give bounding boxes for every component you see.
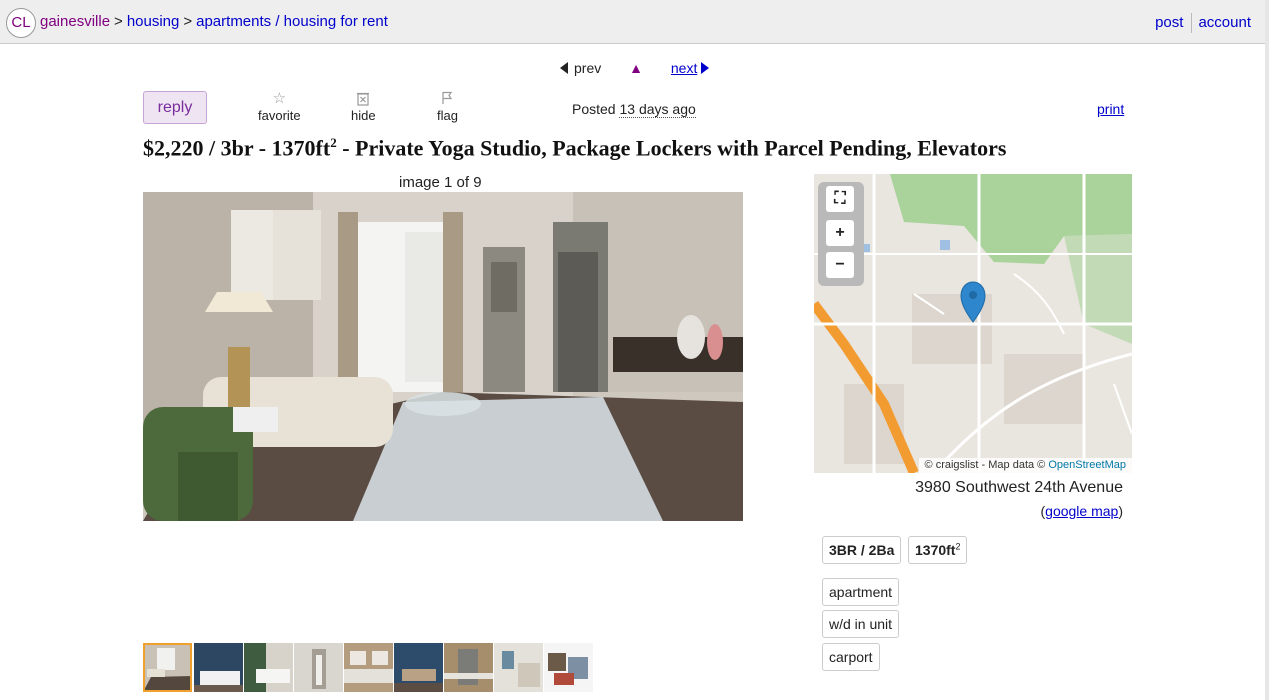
thumbnail-1[interactable] [143,643,192,692]
title-text: - Private Yoga Studio, Package Lockers w… [336,135,1007,161]
next-label: next [670,60,698,76]
prev-link[interactable]: prev [560,60,601,76]
attr-bedrooms-baths: 3BR / 2Ba [822,536,902,564]
breadcrumb-city[interactable]: gainesville [40,13,110,30]
caret-left-icon [560,62,568,74]
caret-right-icon [701,62,710,74]
thumbnail-9[interactable] [544,643,593,692]
scrollbar[interactable] [1265,0,1269,700]
posted-label: Posted [572,101,616,117]
thumbnail-6[interactable] [394,643,443,692]
sqft-value: 1370ft [915,542,956,558]
breadcrumb-housing[interactable]: housing [127,13,180,30]
flag-button[interactable]: flag [437,91,458,123]
attr-laundry: w/d in unit [822,610,900,638]
image-counter: image 1 of 9 [399,174,482,191]
next-link[interactable]: next [670,60,710,76]
favorite-button[interactable]: ☆ favorite [258,90,301,124]
thumbnail-5[interactable] [344,643,393,692]
br-ba-value: 3BR / 2Ba [829,542,895,558]
attribution-text: © craigslist - Map data © [924,459,1046,471]
thumbnail-7[interactable] [444,643,493,692]
posting-title: $2,220 / 3br - 1370ft2 - Private Yoga St… [143,135,1006,161]
hide-label: hide [351,108,376,123]
attr-housing-type: apartment [822,578,900,606]
reply-button[interactable]: reply [143,91,207,124]
account-links: post account [1155,13,1251,33]
posted-ago: 13 days ago [619,101,696,118]
sqft-sup: 2 [955,541,961,552]
google-map-link-wrapper: (google map) [1040,503,1123,519]
breadcrumb-separator: > [114,13,123,30]
print-link[interactable]: print [1097,101,1124,117]
map-address: 3980 Southwest 24th Avenue [915,479,1123,496]
location-map[interactable]: ⛶ + − © craigslist - Map data © OpenStre… [814,174,1132,473]
thumbnail-2[interactable] [194,643,243,692]
flag-label: flag [437,108,458,123]
breadcrumb-separator: > [183,13,193,30]
divider [1191,13,1193,33]
zoom-out-button[interactable]: − [826,252,854,278]
attr-parking: carport [822,643,880,671]
map-controls: ⛶ + − [818,182,864,286]
breadcrumb-category[interactable]: apartments / housing for rent [196,13,388,30]
top-bar: CL gainesville > housing > apartments / hous… [0,0,1265,44]
hide-button[interactable]: hide [351,91,376,123]
pager: prev ▲ next [560,60,710,76]
up-to-listings-link[interactable]: ▲ [629,60,643,76]
prev-label: prev [574,60,602,76]
map-attribution: © craigslist - Map data © OpenStreetMap [918,458,1132,473]
account-link[interactable]: account [1198,14,1251,31]
paren-close: ) [1118,503,1123,519]
main-photo[interactable] [143,192,743,521]
title-price-size: $2,220 / 3br - 1370ft [143,135,331,161]
google-map-link[interactable]: google map [1045,503,1118,519]
openstreetmap-link[interactable]: OpenStreetMap [1048,459,1126,471]
breadcrumb: gainesville > housing > apartments / housing… [40,13,388,30]
posted-date: Posted 13 days ago [572,101,696,118]
favorite-label: favorite [258,108,301,123]
zoom-in-button[interactable]: + [826,220,854,246]
fullscreen-button[interactable]: ⛶ [826,186,854,212]
post-link[interactable]: post [1155,14,1183,31]
thumbnail-3[interactable] [244,643,293,692]
star-icon: ☆ [272,90,287,107]
flag-icon [437,91,458,107]
thumbnail-4[interactable] [294,643,343,692]
thumbnail-8[interactable] [494,643,543,692]
craigslist-logo[interactable]: CL [6,8,36,38]
attr-sqft: 1370ft2 [908,536,968,564]
trash-icon [351,91,376,107]
